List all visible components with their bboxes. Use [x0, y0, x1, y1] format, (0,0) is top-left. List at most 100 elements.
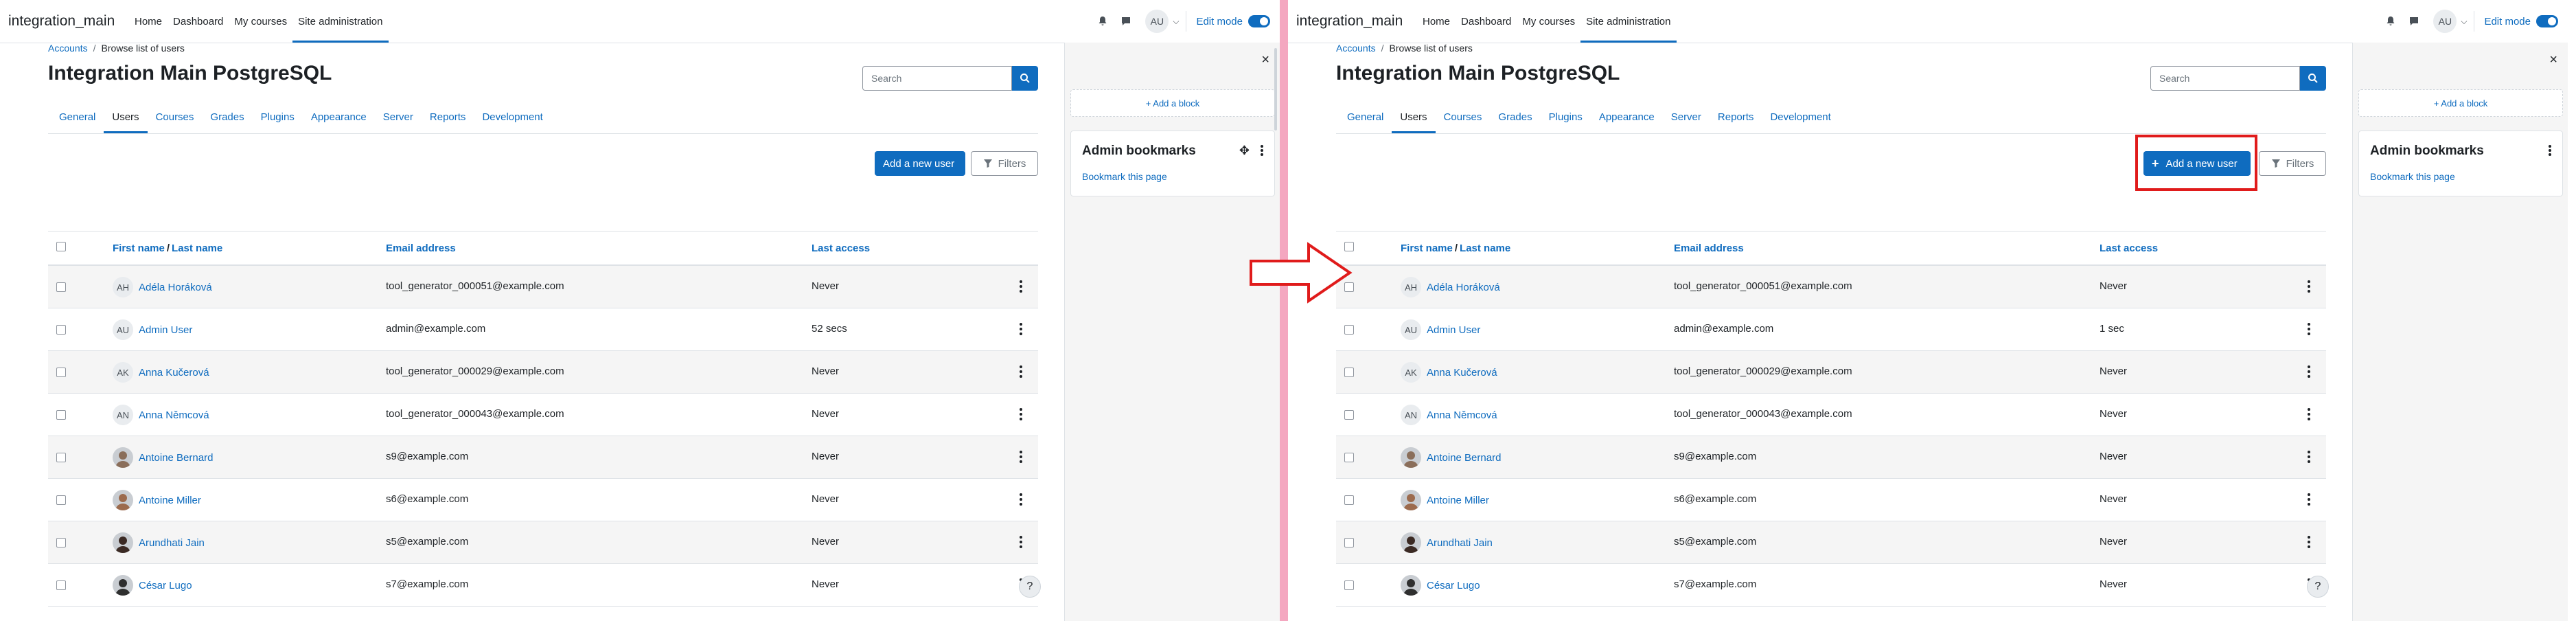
tab-courses[interactable]: Courses — [148, 104, 203, 133]
row-actions-icon[interactable] — [1017, 278, 1024, 295]
tab-general[interactable]: General — [48, 104, 104, 133]
nav-site-administration[interactable]: Site administration — [292, 0, 389, 43]
row-checkbox[interactable] — [1344, 325, 1354, 335]
tab-appearance[interactable]: Appearance — [1591, 104, 1663, 133]
block-actions-icon[interactable] — [2549, 145, 2551, 156]
bookmark-this-page-link[interactable]: Bookmark this page — [1082, 171, 1167, 182]
tab-users[interactable]: Users — [104, 104, 148, 133]
row-checkbox[interactable] — [56, 495, 66, 505]
user-name-link[interactable]: Admin User — [1427, 324, 1480, 336]
breadcrumb-accounts[interactable]: Accounts — [1336, 43, 1376, 54]
row-checkbox[interactable] — [56, 453, 66, 462]
row-actions-icon[interactable] — [2305, 406, 2312, 422]
row-checkbox[interactable] — [56, 538, 66, 547]
search-input[interactable]: Search — [862, 66, 1012, 91]
filters-button[interactable]: Filters — [971, 151, 1038, 176]
nav-dashboard[interactable]: Dashboard — [168, 0, 229, 43]
tab-grades[interactable]: Grades — [202, 104, 252, 133]
user-name-link[interactable]: Antoine Miller — [1427, 495, 1489, 506]
sort-last-access[interactable]: Last access — [2100, 242, 2158, 254]
tab-grades[interactable]: Grades — [1490, 104, 1540, 133]
user-name-link[interactable]: Anna Němcová — [1427, 409, 1497, 421]
add-block-button[interactable]: + Add a block — [1070, 89, 1275, 117]
nav-dashboard[interactable]: Dashboard — [1456, 0, 1517, 43]
row-actions-icon[interactable] — [1017, 534, 1024, 550]
tab-plugins[interactable]: Plugins — [253, 104, 303, 133]
row-actions-icon[interactable] — [1017, 491, 1024, 508]
messages-icon[interactable] — [2404, 12, 2424, 31]
row-checkbox[interactable] — [1344, 538, 1354, 547]
help-button[interactable]: ? — [2307, 576, 2329, 598]
row-checkbox[interactable] — [56, 410, 66, 420]
search-button[interactable] — [2300, 66, 2326, 91]
tab-courses[interactable]: Courses — [1436, 104, 1491, 133]
sort-email[interactable]: Email address — [386, 242, 456, 254]
row-actions-icon[interactable] — [1017, 406, 1024, 422]
row-actions-icon[interactable] — [1017, 449, 1024, 465]
user-name-link[interactable]: César Lugo — [1427, 580, 1480, 591]
site-name[interactable]: integration_main — [8, 13, 115, 30]
search-button[interactable] — [1012, 66, 1038, 91]
row-actions-icon[interactable] — [2305, 321, 2312, 337]
user-name-link[interactable]: Anna Kučerová — [139, 367, 209, 379]
user-name-link[interactable]: Adéla Horáková — [1427, 282, 1500, 293]
user-name-link[interactable]: Anna Kučerová — [1427, 367, 1497, 379]
row-checkbox[interactable] — [56, 368, 66, 377]
add-user-button[interactable]: Add a new user — [875, 151, 965, 176]
user-name-link[interactable]: Antoine Bernard — [139, 452, 213, 464]
sort-email[interactable]: Email address — [1674, 242, 1744, 254]
row-checkbox[interactable] — [56, 282, 66, 292]
tab-reports[interactable]: Reports — [1710, 104, 1762, 133]
sort-first-name[interactable]: First name — [1401, 242, 1453, 254]
user-avatar[interactable]: AU — [2433, 10, 2457, 33]
sort-last-name[interactable]: Last name — [172, 242, 222, 254]
bookmark-this-page-link[interactable]: Bookmark this page — [2370, 171, 2455, 182]
edit-mode-toggle[interactable] — [1248, 15, 1270, 27]
select-all-checkbox[interactable] — [56, 242, 66, 251]
user-name-link[interactable]: Antoine Bernard — [1427, 452, 1501, 464]
tab-development[interactable]: Development — [1762, 104, 1839, 133]
block-actions-icon[interactable] — [1261, 145, 1263, 156]
messages-icon[interactable] — [1116, 12, 1136, 31]
row-actions-icon[interactable] — [1017, 363, 1024, 380]
row-actions-icon[interactable] — [2305, 449, 2312, 465]
close-icon[interactable]: × — [2549, 52, 2557, 68]
row-checkbox[interactable] — [56, 325, 66, 335]
move-icon[interactable]: ✥ — [1239, 144, 1250, 158]
row-checkbox[interactable] — [1344, 453, 1354, 462]
add-block-button[interactable]: + Add a block — [2358, 89, 2563, 117]
nav-my-courses[interactable]: My courses — [1517, 0, 1580, 43]
edit-mode-toggle[interactable] — [2536, 15, 2558, 27]
tab-users[interactable]: Users — [1392, 104, 1436, 133]
site-name[interactable]: integration_main — [1296, 13, 1403, 30]
bell-icon[interactable] — [1093, 12, 1112, 31]
row-actions-icon[interactable] — [2305, 278, 2312, 295]
tab-server[interactable]: Server — [1663, 104, 1710, 133]
close-icon[interactable]: × — [1261, 52, 1269, 68]
user-name-link[interactable]: César Lugo — [139, 580, 192, 591]
tab-general[interactable]: General — [1336, 104, 1392, 133]
row-checkbox[interactable] — [56, 580, 66, 590]
row-checkbox[interactable] — [1344, 368, 1354, 377]
row-actions-icon[interactable] — [2305, 363, 2312, 380]
chevron-down-icon[interactable]: ⌵ — [1173, 16, 1179, 27]
tab-appearance[interactable]: Appearance — [303, 104, 375, 133]
row-checkbox[interactable] — [1344, 495, 1354, 505]
user-name-link[interactable]: Arundhati Jain — [1427, 537, 1493, 549]
user-name-link[interactable]: Adéla Horáková — [139, 282, 212, 293]
filters-button[interactable]: Filters — [2259, 151, 2326, 176]
breadcrumb-accounts[interactable]: Accounts — [48, 43, 88, 54]
user-name-link[interactable]: Anna Němcová — [139, 409, 209, 421]
chevron-down-icon[interactable]: ⌵ — [2461, 16, 2467, 27]
nav-home[interactable]: Home — [1417, 0, 1456, 43]
row-actions-icon[interactable] — [1017, 321, 1024, 337]
user-avatar[interactable]: AU — [1145, 10, 1169, 33]
nav-my-courses[interactable]: My courses — [229, 0, 292, 43]
sort-first-name[interactable]: First name — [113, 242, 165, 254]
tab-reports[interactable]: Reports — [422, 104, 474, 133]
row-checkbox[interactable] — [1344, 580, 1354, 590]
sort-last-name[interactable]: Last name — [1460, 242, 1510, 254]
nav-home[interactable]: Home — [129, 0, 168, 43]
scrollbar[interactable] — [1274, 48, 1277, 131]
row-actions-icon[interactable] — [2305, 534, 2312, 550]
